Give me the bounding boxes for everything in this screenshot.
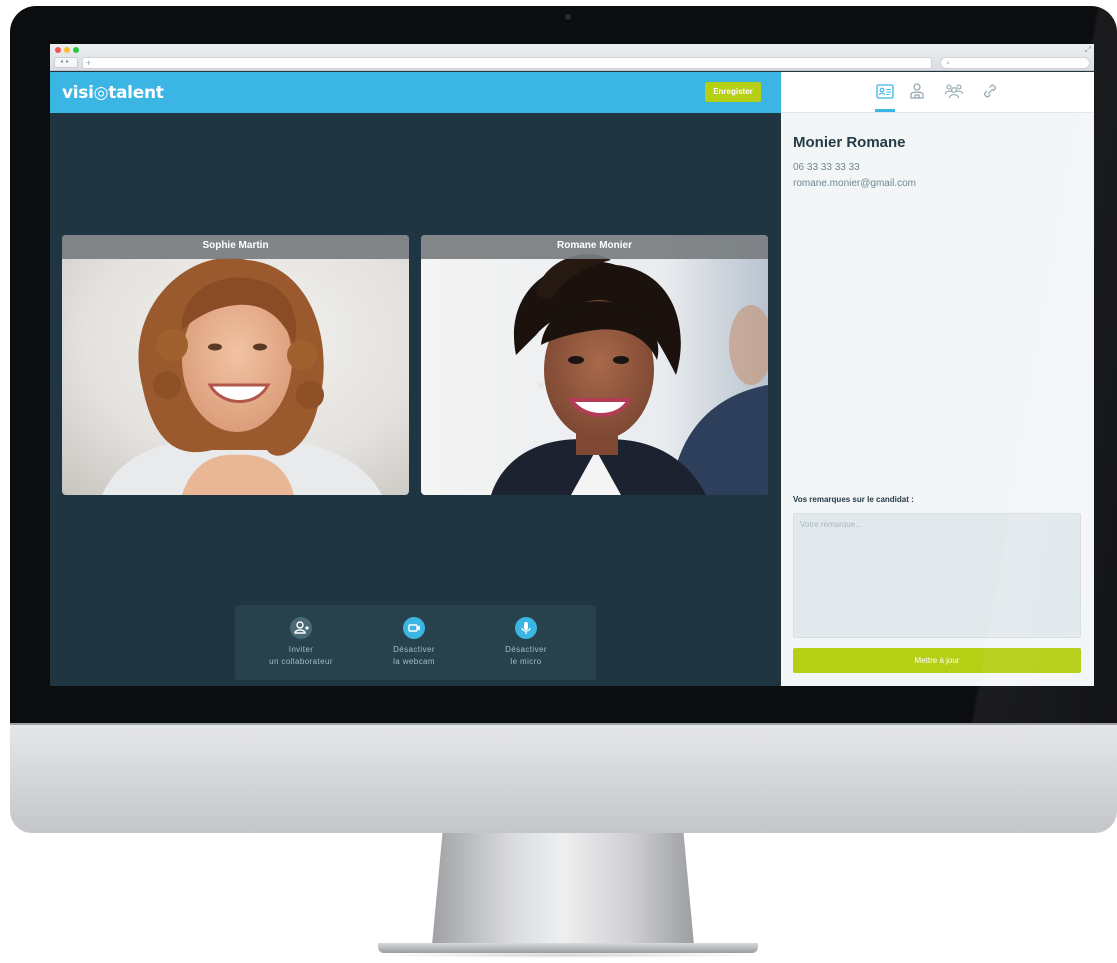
search-icon: ⌕ <box>946 60 950 67</box>
camera-dot <box>565 14 571 20</box>
invite-label: Inviter un collaborateur <box>269 645 333 666</box>
update-button[interactable]: Mettre à jour <box>793 648 1081 673</box>
active-tab-indicator <box>875 109 895 112</box>
candidate-phone: 06 33 33 33 33 <box>793 162 860 173</box>
participant-video-feed <box>421 235 768 495</box>
participant-name-label: Romane Monier <box>421 235 768 259</box>
chin-divider <box>10 723 1117 725</box>
fullscreen-icon[interactable]: ⤢ <box>1085 46 1091 54</box>
screen: ◂▸ + ⌕ ⤢ visi◎talent Enregister Sophie M… <box>50 44 1094 686</box>
remarks-label: Vos remarques sur le candidat : <box>793 495 914 504</box>
video-area: Sophie Martin Romane Monier Inviter un c… <box>50 113 781 686</box>
id-card-icon <box>876 84 894 99</box>
video-camera-icon <box>403 617 425 639</box>
imac-chin <box>10 723 1117 833</box>
back-forward-buttons[interactable]: ◂▸ <box>54 57 78 68</box>
video-tile-romane: Romane Monier <box>421 235 768 495</box>
imac-stand-neck <box>432 833 694 945</box>
close-window-button[interactable] <box>55 47 61 53</box>
tab-share-link[interactable] <box>979 80 1001 102</box>
microphone-icon <box>515 617 537 639</box>
browser-toolbar: ◂▸ + ⌕ ⤢ <box>50 44 1094 71</box>
video-tile-sophie: Sophie Martin <box>62 235 409 495</box>
app-header: visi◎talent Enregister <box>50 72 781 113</box>
browser-search-input[interactable]: ⌕ <box>940 57 1090 69</box>
tab-profile[interactable] <box>906 80 928 102</box>
remarks-textarea[interactable] <box>793 513 1081 638</box>
candidate-name: Monier Romane <box>793 134 906 151</box>
visiotalent-logo: visi◎talent <box>62 83 164 103</box>
participant-video-feed <box>62 235 409 495</box>
call-controls: Inviter un collaborateur Désactiver la w… <box>235 605 596 680</box>
address-bar[interactable]: + <box>82 57 932 69</box>
group-icon <box>944 84 964 99</box>
maximize-window-button[interactable] <box>73 47 79 53</box>
person-icon <box>910 83 924 99</box>
tab-participants[interactable] <box>943 80 965 102</box>
link-icon <box>984 84 996 98</box>
candidate-email: romane.monier@gmail.com <box>793 178 916 189</box>
add-user-icon <box>290 617 312 639</box>
participant-name-label: Sophie Martin <box>62 235 409 259</box>
logo-text: visi◎talent <box>62 83 164 103</box>
candidate-panel: Monier Romane 06 33 33 33 33 romane.moni… <box>781 72 1094 686</box>
new-tab-icon[interactable]: + <box>86 58 91 68</box>
minimize-window-button[interactable] <box>64 47 70 53</box>
stand-shadow <box>370 952 766 958</box>
mic-label: Désactiver le micro <box>505 645 547 666</box>
webcam-label: Désactiver la webcam <box>393 645 435 666</box>
toggle-webcam-button[interactable]: Désactiver la webcam <box>364 617 464 668</box>
panel-tabs <box>781 72 1094 113</box>
tab-candidate-card[interactable] <box>874 80 896 102</box>
toggle-microphone-button[interactable]: Désactiver le micro <box>476 617 576 668</box>
invite-collaborator-button[interactable]: Inviter un collaborateur <box>251 617 351 668</box>
save-button[interactable]: Enregister <box>705 82 761 102</box>
